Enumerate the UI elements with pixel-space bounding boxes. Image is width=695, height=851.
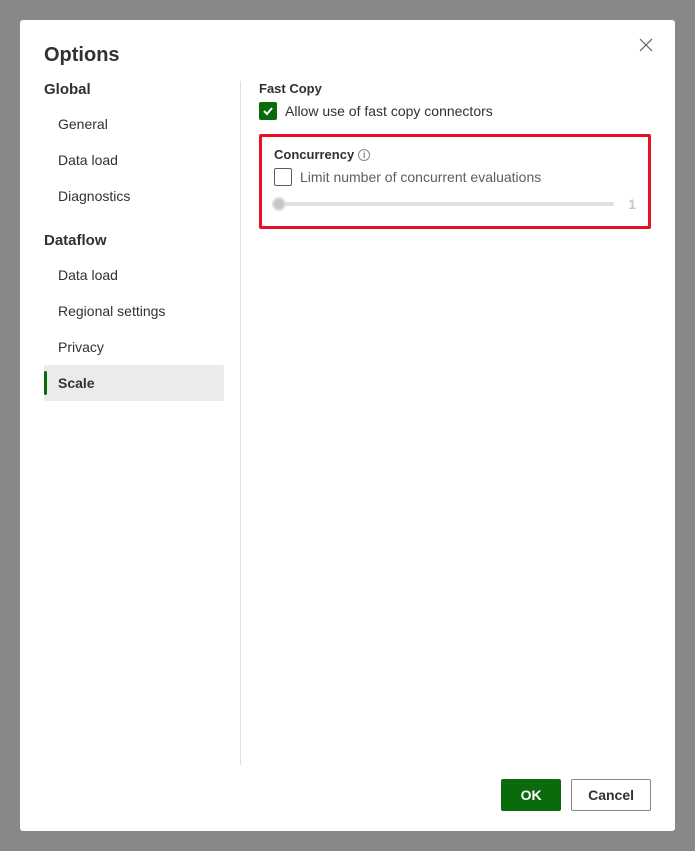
close-button[interactable]	[639, 38, 657, 56]
info-icon[interactable]: i	[358, 149, 370, 161]
sidebar-item-privacy[interactable]: Privacy	[44, 329, 224, 365]
content-pane: Fast Copy Allow use of fast copy connect…	[241, 81, 651, 765]
ok-button[interactable]: OK	[501, 779, 561, 811]
concurrency-slider[interactable]	[274, 202, 614, 206]
sidebar: Global General Data load Diagnostics Dat…	[44, 81, 234, 765]
concurrency-label-text: Concurrency	[274, 147, 354, 162]
sidebar-item-data-load-global[interactable]: Data load	[44, 142, 224, 178]
sidebar-item-diagnostics[interactable]: Diagnostics	[44, 178, 224, 214]
sidebar-section-dataflow: Dataflow	[44, 232, 224, 249]
sidebar-item-general[interactable]: General	[44, 106, 224, 142]
close-icon	[639, 38, 653, 52]
limit-concurrent-label: Limit number of concurrent evaluations	[300, 169, 541, 185]
dialog-title: Options	[44, 44, 651, 67]
fast-copy-label: Fast Copy	[259, 81, 651, 96]
sidebar-item-data-load-dataflow[interactable]: Data load	[44, 257, 224, 293]
sidebar-item-regional-settings[interactable]: Regional settings	[44, 293, 224, 329]
concurrency-highlight: Concurrency i Limit number of concurrent…	[259, 134, 651, 229]
limit-concurrent-checkbox[interactable]	[274, 168, 292, 186]
sidebar-section-global: Global	[44, 81, 224, 98]
concurrency-slider-value: 1	[624, 196, 636, 212]
cancel-button[interactable]: Cancel	[571, 779, 651, 811]
options-dialog: Options Global General Data load Diagnos…	[20, 20, 675, 831]
concurrency-label: Concurrency i	[274, 147, 636, 162]
fast-copy-checkbox-label: Allow use of fast copy connectors	[285, 103, 493, 119]
checkmark-icon	[262, 105, 274, 117]
fast-copy-checkbox[interactable]	[259, 102, 277, 120]
dialog-footer: OK Cancel	[44, 765, 651, 811]
sidebar-item-scale[interactable]: Scale	[44, 365, 224, 401]
slider-thumb[interactable]	[272, 197, 286, 211]
